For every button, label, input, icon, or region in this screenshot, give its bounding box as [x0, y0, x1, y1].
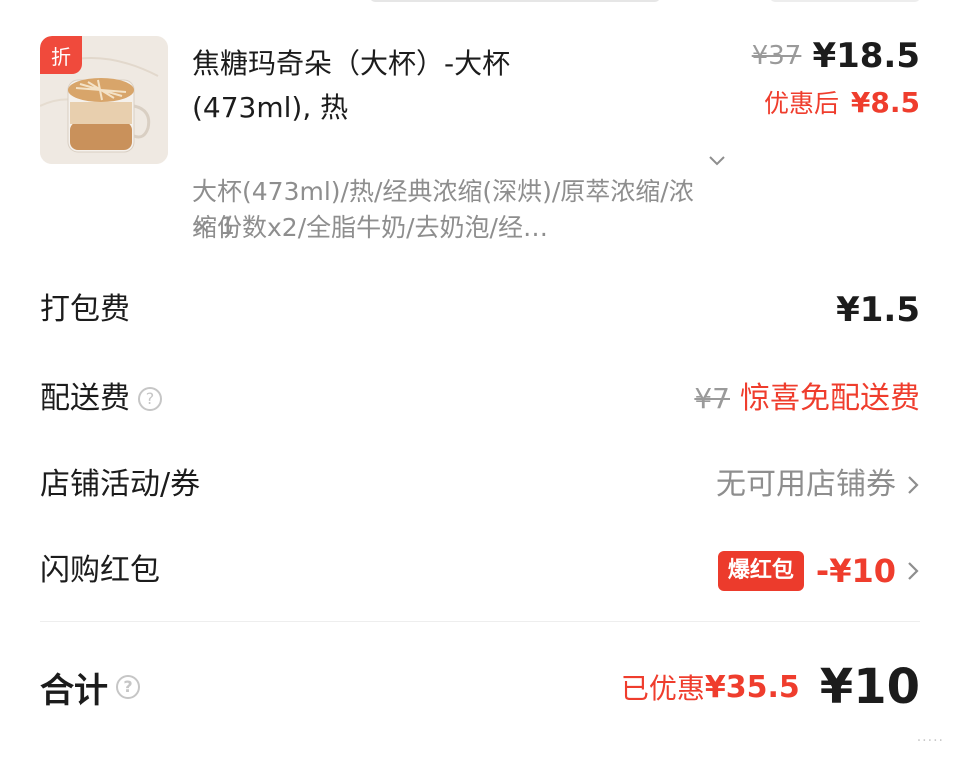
product-name: 焦糖玛奇朵（大杯）-大杯 (473ml), 热: [192, 47, 511, 124]
after-discount-row: 优惠后 ¥8.5: [752, 84, 920, 120]
packing-fee-label: 打包费: [40, 292, 130, 327]
total-label: 合计: [40, 670, 108, 711]
delivery-fee-value: 惊喜免配送费: [740, 381, 920, 416]
delivery-original-fee: ¥7: [694, 382, 730, 415]
red-packet-row[interactable]: 闪购红包 爆红包 -¥10: [40, 541, 920, 601]
hot-red-packet-badge: 爆红包: [717, 551, 804, 591]
total-amount: ¥10: [819, 659, 920, 715]
product-item[interactable]: 折 焦糖玛奇朵（大杯）-大杯 (473ml), 热 大杯(473ml)/热/经典…: [40, 36, 920, 246]
saved-amount: ¥35.5: [704, 669, 800, 705]
original-price: ¥37: [751, 41, 802, 71]
delivery-fee-row: 配送费 ? ¥7 惊喜免配送费: [40, 369, 920, 429]
chevron-right-icon[interactable]: [906, 560, 920, 582]
after-discount-label: 优惠后: [763, 89, 839, 118]
total-row: 合计 ? 已优惠 ¥35.5 ¥10: [40, 655, 920, 719]
current-price: ¥18.5: [812, 36, 920, 76]
divider: [40, 621, 920, 622]
red-packet-label: 闪购红包: [40, 553, 160, 588]
product-spec[interactable]: 大杯(473ml)/热/经典浓缩(深烘)/原萃浓缩/浓缩份数x2/全脂牛奶/去奶…: [192, 174, 712, 246]
store-coupon-row[interactable]: 店铺活动/券 无可用店铺券: [40, 455, 920, 515]
product-price-block: ¥37 ¥18.5 优惠后 ¥8.5: [752, 36, 920, 120]
packing-fee-value: ¥1.5: [836, 290, 920, 330]
product-image[interactable]: 折: [40, 36, 168, 164]
product-quantity: × 1: [192, 212, 236, 240]
chevron-right-icon[interactable]: [906, 474, 920, 496]
discount-tag: 折: [40, 36, 82, 74]
packing-fee-row: 打包费 ¥1.5: [40, 280, 920, 340]
saved-label: 已优惠: [620, 672, 705, 705]
watermark: ·····: [916, 733, 944, 749]
top-clipped-strip: [0, 0, 960, 6]
help-icon[interactable]: ?: [138, 387, 162, 411]
clipped-element: [370, 0, 660, 2]
after-discount-price: ¥8.5: [850, 86, 920, 119]
store-coupon-label: 店铺活动/券: [40, 467, 201, 502]
clipped-element: [770, 0, 920, 2]
red-packet-value: -¥10: [815, 552, 896, 590]
store-coupon-value: 无可用店铺券: [716, 467, 896, 502]
chevron-down-icon[interactable]: [708, 152, 726, 171]
help-icon[interactable]: ?: [116, 675, 140, 699]
delivery-fee-label: 配送费: [40, 381, 130, 416]
